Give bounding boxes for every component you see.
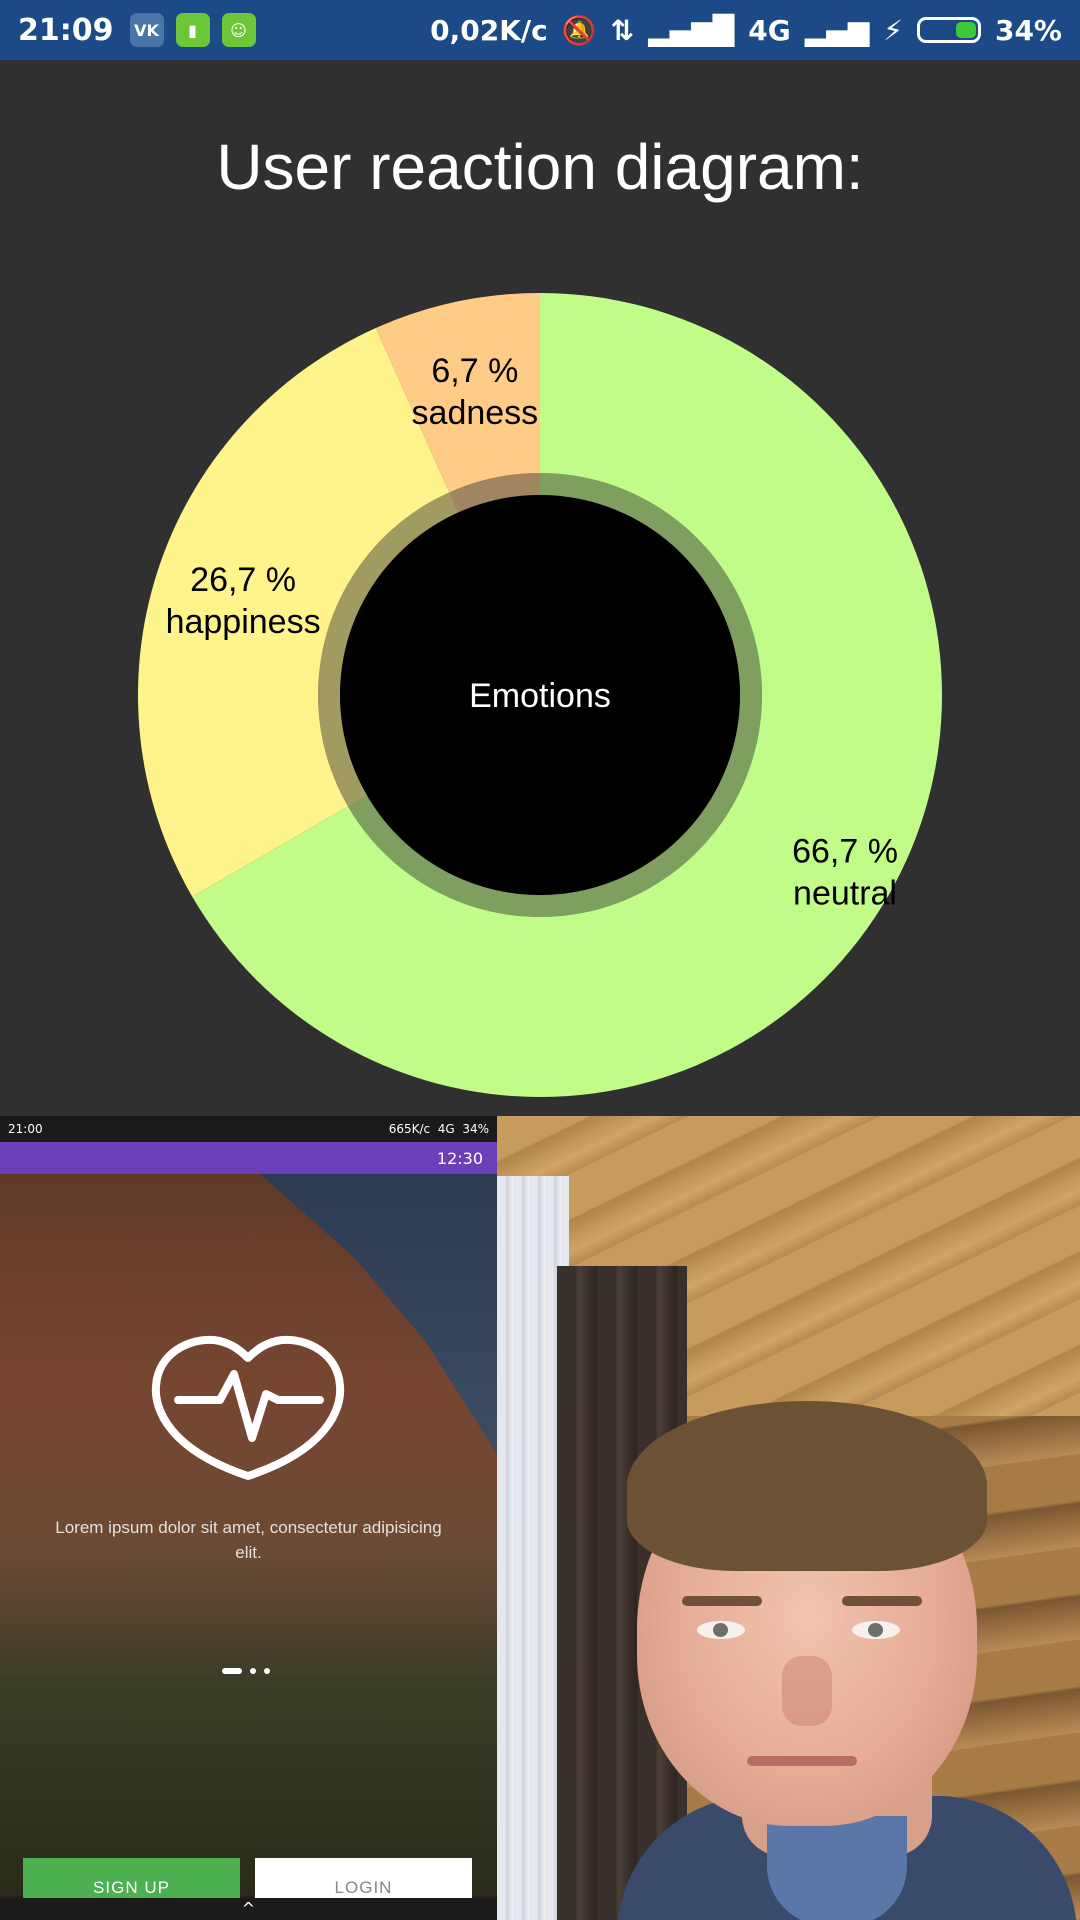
data-arrows-icon: ⇅ xyxy=(610,13,635,47)
preview-status-time: 21:00 xyxy=(8,1122,43,1136)
preview-status-right: 665K/с 4G 34% xyxy=(388,1122,489,1136)
chart-area: User reaction diagram: 66,7 % neutral 26,7… xyxy=(0,60,1080,1116)
mute-icon: 🔕 xyxy=(561,13,597,47)
android-icon: ☺ xyxy=(221,13,256,47)
slice-percent-neutral: 66,7 % xyxy=(792,833,898,871)
person-nose xyxy=(782,1656,832,1726)
slice-percent-happiness: 26,7 % xyxy=(190,561,296,599)
person-left-eye xyxy=(697,1621,745,1639)
battery-percent: 34% xyxy=(994,13,1062,47)
status-bar: 21:09 VK ▮ ☺ 0,02K/с 🔕 ⇅ ▂▄▆█ 4G ▂▄▆ ⚡ 3… xyxy=(0,0,1080,60)
preview-app-bar: 12:30 xyxy=(0,1142,497,1174)
heart-pulse-icon xyxy=(151,1335,345,1480)
slice-label-sadness: sadness xyxy=(412,394,539,432)
chevron-up-icon[interactable]: ^ xyxy=(242,1899,255,1918)
page-indicator[interactable] xyxy=(222,1668,270,1674)
person-mouth xyxy=(747,1756,857,1766)
status-time: 21:09 xyxy=(18,12,114,48)
charging-icon: ⚡ xyxy=(883,13,903,47)
preview-status-bar: 21:00 665K/с 4G 34% xyxy=(0,1116,497,1142)
page-dot-1[interactable] xyxy=(222,1668,242,1674)
person-right-eye xyxy=(852,1621,900,1639)
emotions-donut-chart: 66,7 % neutral 26,7 % happiness 6,7 % sadness… xyxy=(138,293,943,1097)
login-button[interactable]: LOGIN xyxy=(255,1858,472,1900)
webcam-photo xyxy=(497,1116,1080,1920)
battery-icon xyxy=(916,17,981,43)
page-dot-2[interactable] xyxy=(250,1668,256,1674)
person-collar xyxy=(767,1816,907,1920)
signal-icon: ▂▄▆█ xyxy=(648,13,735,47)
slice-label-neutral: neutral xyxy=(793,875,897,913)
network-speed: 0,02K/с xyxy=(430,13,548,47)
page-dot-3[interactable] xyxy=(264,1668,270,1674)
signup-button[interactable]: SIGN UP xyxy=(23,1858,240,1900)
person-hair xyxy=(627,1401,987,1571)
person-right-brow xyxy=(842,1596,922,1606)
network-type: 4G xyxy=(748,13,791,47)
battery-app-icon: ▮ xyxy=(175,13,210,47)
preview-tagline: Lorem ipsum dolor sit amet, consectetur … xyxy=(55,1518,442,1562)
signal-2-icon: ▂▄▆ xyxy=(804,13,870,47)
center-label: Emotions xyxy=(469,677,611,715)
slice-label-happiness: happiness xyxy=(166,603,321,641)
preview-nav-bar[interactable]: ^ xyxy=(0,1898,497,1920)
preview-appbar-time: 12:30 xyxy=(436,1148,483,1168)
vk-icon: VK xyxy=(129,13,164,47)
slice-percent-sadness: 6,7 % xyxy=(431,352,518,390)
person-left-brow xyxy=(682,1596,762,1606)
